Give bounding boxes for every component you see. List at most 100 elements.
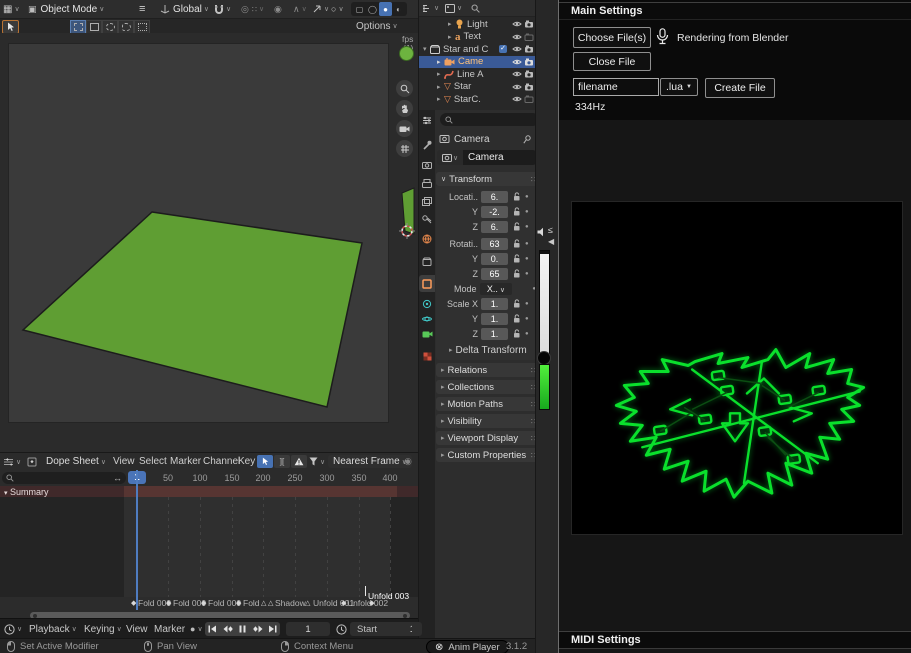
menu-channel[interactable]: Channel <box>203 453 240 470</box>
outliner-row-text[interactable]: ▸ a Text <box>419 31 536 43</box>
expand-arrow-icon[interactable]: ▸ <box>437 58 444 66</box>
number-field[interactable]: 6. <box>481 191 508 203</box>
transform-panel-header[interactable]: ∨ Transform ∷∷ <box>436 172 542 186</box>
tab-scene[interactable] <box>419 211 435 228</box>
use-preview-range-clock-icon[interactable] <box>336 619 347 639</box>
number-field[interactable]: 63 <box>481 238 508 250</box>
close-icon[interactable]: ⊗ <box>435 642 443 653</box>
end-frame-field-clipped[interactable] <box>412 622 418 636</box>
options-dropdown[interactable]: Options∨ <box>356 19 398 33</box>
properties-search-input[interactable] <box>440 113 539 126</box>
editor-mode-dropdown[interactable]: Dope Sheet∨ <box>46 453 106 470</box>
outliner-display-mode[interactable]: ∨ <box>422 0 439 16</box>
hide-eye-icon[interactable] <box>512 33 522 41</box>
expand-arrow-icon[interactable]: ▸ <box>437 70 444 78</box>
delta-transform-header[interactable]: ▸Delta Transform <box>447 344 527 356</box>
section-relations[interactable]: ▸Relations∷∷ <box>436 363 542 377</box>
section-visibility[interactable]: ▸Visibility∷∷ <box>436 414 542 428</box>
object-mode-dropdown[interactable]: ▣ Object Mode∨ <box>28 0 104 18</box>
volume-slider-knob[interactable] <box>537 351 551 365</box>
collapse-arrow-icon[interactable]: ▾ <box>4 490 8 497</box>
tool-variant-extra[interactable] <box>134 20 150 34</box>
section-viewport-display[interactable]: ▸Viewport Display∷∷ <box>436 431 542 445</box>
collapse-arrow-icon[interactable]: ▾ <box>423 45 430 53</box>
current-frame-field[interactable]: 1 <box>286 622 330 636</box>
editor-type-button[interactable]: ▦∨ <box>3 0 20 18</box>
selected-marker-label[interactable]: Unfold 003 <box>368 591 409 601</box>
hide-eye-icon[interactable] <box>512 70 522 78</box>
tab-object-active[interactable] <box>419 275 435 292</box>
pivot-point-icon[interactable]: ◉ <box>274 0 282 18</box>
editor-type-button[interactable] <box>419 112 435 129</box>
show-errors-toggle[interactable] <box>291 455 307 468</box>
disable-render-camera-icon[interactable] <box>524 20 534 28</box>
rotation-mode-dropdown[interactable]: X..∨ <box>480 283 513 295</box>
green-plane-object[interactable] <box>23 212 362 407</box>
zoom-icon[interactable] <box>396 80 413 97</box>
number-field[interactable]: 0. <box>481 253 508 265</box>
expand-arrow-icon[interactable]: ▸ <box>437 95 444 103</box>
active-tool-select-box-button[interactable] <box>2 20 19 34</box>
number-field[interactable]: 6. <box>481 221 508 233</box>
shading-material-icon[interactable]: ● <box>379 2 392 16</box>
breadcrumb-label[interactable]: Camera <box>454 134 490 145</box>
id-type-dropdown[interactable]: ∨ <box>437 150 463 165</box>
next-keyframe-button[interactable] <box>250 622 265 636</box>
close-file-button[interactable]: Close File <box>573 52 651 71</box>
lock-icon[interactable] <box>513 254 521 263</box>
hide-eye-icon[interactable] <box>512 45 522 53</box>
disable-render-camera-icon[interactable] <box>524 58 534 66</box>
number-field[interactable]: 1. <box>481 298 508 310</box>
outliner-row-star[interactable]: ▸ ▽ Star <box>419 81 536 93</box>
only-selected-toggle[interactable] <box>257 455 273 468</box>
outliner-row-line[interactable]: ▸ Line A <box>419 68 536 80</box>
pan-hand-icon[interactable] <box>396 100 413 117</box>
animate-dot-icon[interactable]: ● <box>525 301 529 307</box>
editor-type-button[interactable]: ∨ <box>4 619 22 639</box>
keyframe-area[interactable] <box>0 497 418 597</box>
nav-axis-ball-icon[interactable] <box>399 46 414 61</box>
markers-row[interactable]: ◆ Fold 000 ◆ Fold 000 ◆ Fold 000 ◆ Fold … <box>0 597 418 610</box>
overlays-toggle-icon[interactable]: ○∨ <box>331 0 344 18</box>
object-name-field[interactable]: Camera <box>463 150 536 165</box>
tool-variant-circle[interactable] <box>102 20 118 34</box>
outliner-row-starc[interactable]: ▸ ▽ StarC. <box>419 93 536 105</box>
animate-dot-icon[interactable]: ● <box>525 209 529 215</box>
jump-to-start-button[interactable] <box>205 622 220 636</box>
expand-arrow-icon[interactable]: ▸ <box>437 83 444 91</box>
number-field[interactable]: 1. <box>481 313 508 325</box>
tool-variant-box[interactable] <box>86 20 102 34</box>
animate-dot-icon[interactable]: ● <box>525 256 529 262</box>
lock-icon[interactable] <box>513 222 521 231</box>
midi-settings-header[interactable]: MIDI Settings <box>559 631 911 649</box>
extension-dropdown[interactable]: .lua ▼ <box>660 78 698 96</box>
marker-diamond-icon[interactable]: ◆ <box>341 599 346 607</box>
menu-marker[interactable]: Marker <box>170 453 201 470</box>
editor-type-button[interactable]: ∨ <box>3 453 21 470</box>
animate-dot-icon[interactable]: ● <box>525 241 529 247</box>
anim-player-badge[interactable]: ⊗ Anim Player <box>426 640 509 653</box>
number-field[interactable]: 1. <box>481 328 508 340</box>
pause-button[interactable] <box>235 622 250 636</box>
menu-playback[interactable]: Playback∨ <box>29 619 77 639</box>
lock-icon[interactable] <box>513 314 521 323</box>
outliner-filter-image-icon[interactable]: ∨ <box>445 0 462 16</box>
hide-channels-toggle[interactable]: ][ <box>274 455 290 468</box>
lock-icon[interactable] <box>513 269 521 278</box>
tab-tool[interactable] <box>419 136 435 153</box>
tool-variant-lasso[interactable] <box>118 20 134 34</box>
tab-output[interactable] <box>419 175 435 192</box>
section-motion-paths[interactable]: ▸Motion Paths∷∷ <box>436 397 542 411</box>
shading-wireframe-icon[interactable]: ▢ <box>353 2 366 16</box>
marker-diamond-icon[interactable]: ◆ <box>236 599 241 607</box>
marker-camera-triangle-icon[interactable]: △ <box>261 599 266 607</box>
tab-collection-props[interactable] <box>419 253 435 270</box>
summary-channel-row[interactable]: ▾ Summary <box>0 486 418 497</box>
shading-rendered-icon[interactable]: ◐ <box>392 2 405 16</box>
tool-variant-tweak[interactable] <box>70 20 86 34</box>
scrollbar-zoom-handle[interactable] <box>403 614 407 618</box>
number-field[interactable]: -2. <box>481 206 508 218</box>
tab-view-layer[interactable] <box>419 193 435 210</box>
camera-view-icon[interactable] <box>396 120 413 137</box>
lock-icon[interactable] <box>513 239 521 248</box>
